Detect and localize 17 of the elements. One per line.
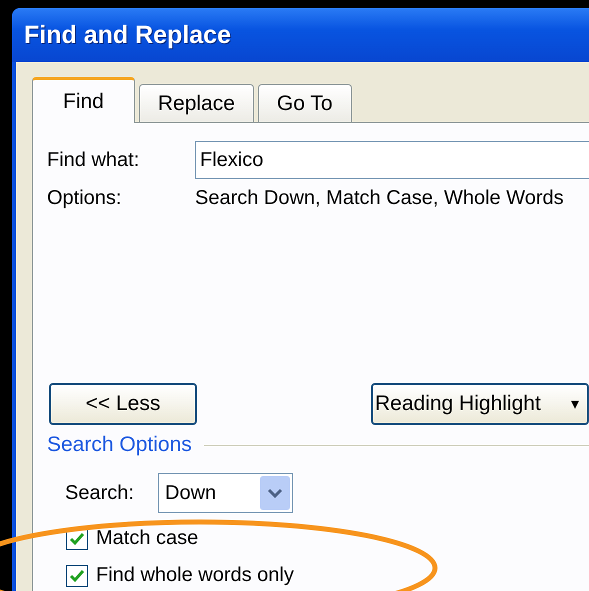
window-title: Find and Replace (24, 20, 231, 50)
tab[interactable]: Go To (258, 84, 352, 122)
options-text: Search Down, Match Case, Whole Words (195, 187, 564, 210)
less-button[interactable]: << Less (49, 383, 197, 425)
checkbox-label: Find whole words only (96, 564, 294, 587)
find-what-field[interactable]: Flexico (195, 141, 589, 179)
tab[interactable]: Replace (138, 84, 254, 122)
checkbox-label: Match case (96, 527, 198, 550)
section-title: Search Options (47, 433, 192, 457)
reading-highlight-button[interactable]: Reading Highlight ▾ (371, 383, 589, 425)
search-label: Search: (65, 482, 135, 504)
field-label: Find what: (47, 148, 140, 172)
options-label: Options: (47, 187, 122, 210)
chevron-down-icon[interactable] (260, 476, 290, 510)
tab[interactable]: Find (32, 77, 135, 123)
search-dropdown[interactable]: Down (158, 473, 293, 513)
checkbox[interactable] (66, 564, 88, 586)
